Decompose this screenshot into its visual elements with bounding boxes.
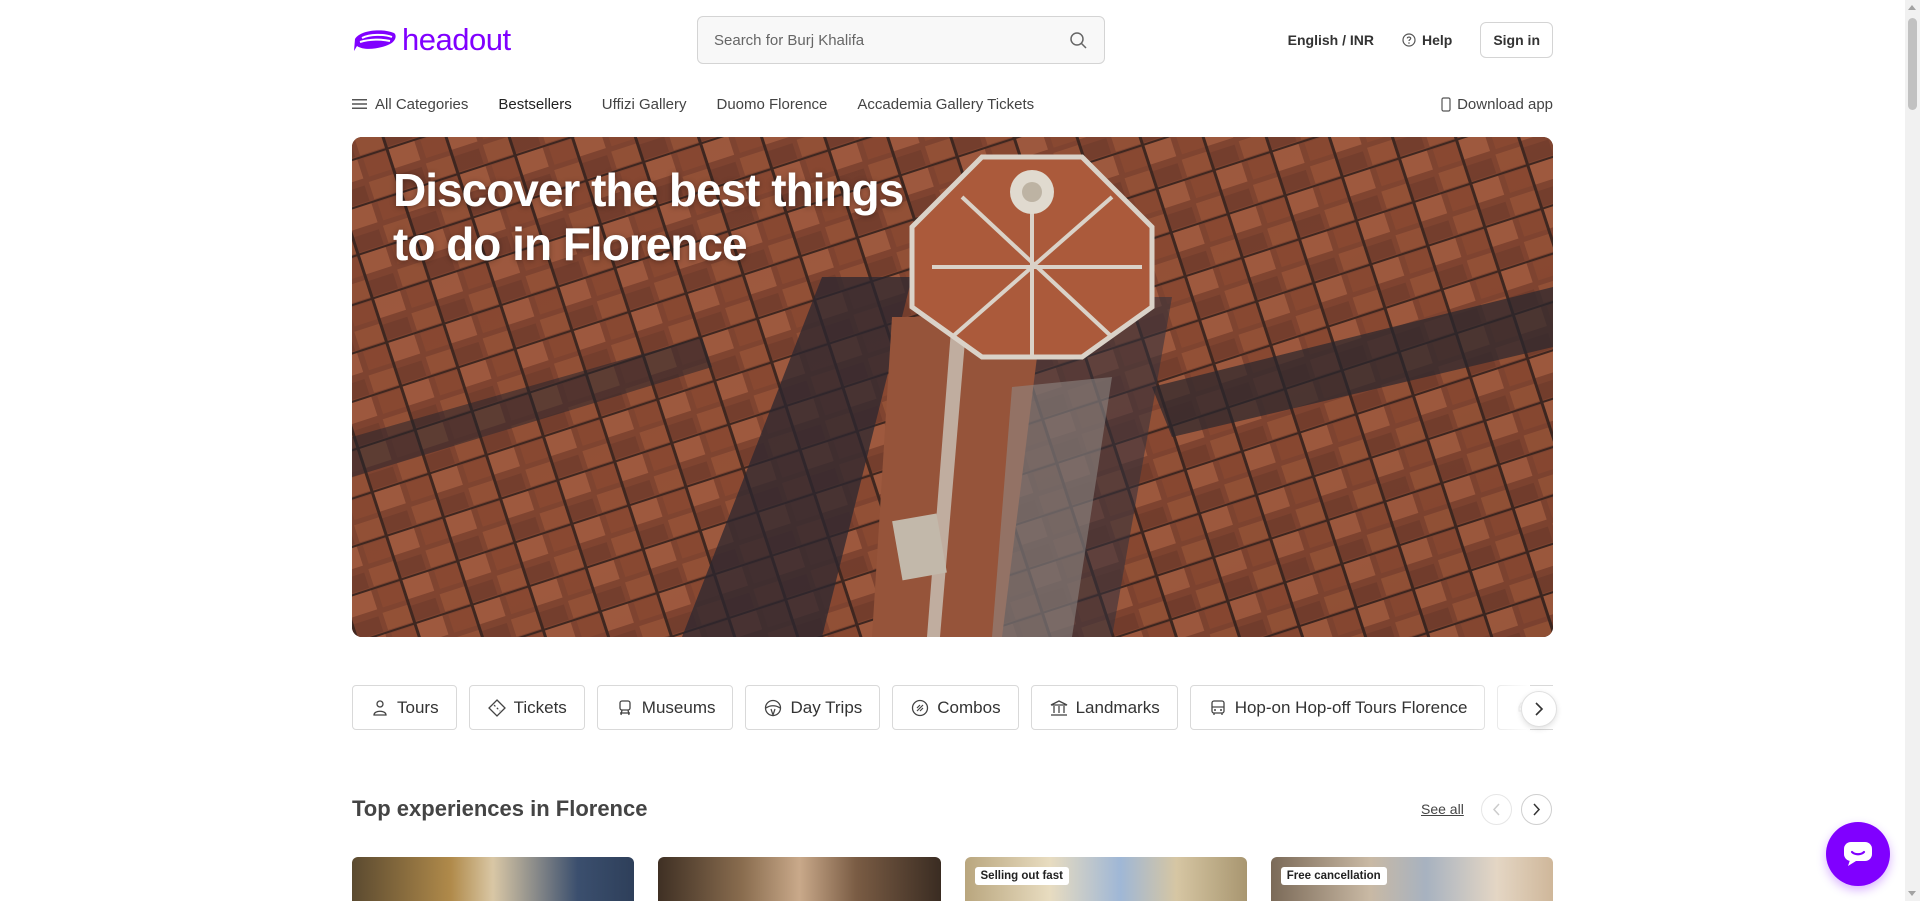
category-label: Hop-on Hop-off Tours Florence	[1234, 697, 1468, 717]
experience-card[interactable]	[658, 857, 941, 901]
ticket-icon	[487, 698, 506, 717]
chat-icon	[1844, 842, 1872, 866]
category-label: Landmarks	[1075, 697, 1160, 717]
experiences-prev-button[interactable]	[1481, 794, 1512, 825]
see-all-link[interactable]: See all	[1421, 801, 1464, 817]
chevron-right-icon	[1535, 702, 1544, 716]
hero-banner: Discover the best things to do in Floren…	[352, 137, 1553, 637]
globe-icon	[765, 699, 782, 717]
experiences-next-button[interactable]	[1521, 794, 1552, 825]
site-header: headout English / INR Help Sign in	[352, 16, 1553, 64]
header-actions: English / INR Help Sign in	[1288, 22, 1553, 58]
brand-name: headout	[402, 22, 511, 57]
sign-in-button[interactable]: Sign in	[1480, 22, 1553, 58]
card-badge: Selling out fast	[974, 867, 1069, 885]
category-nav: All Categories Bestsellers Uffizi Galler…	[352, 92, 1553, 116]
category-label: Tickets	[513, 697, 567, 717]
category-pill-landmarks[interactable]: Landmarks	[1030, 685, 1178, 730]
search-input[interactable]	[714, 31, 1068, 49]
museum-icon	[619, 699, 631, 715]
section-title: Top experiences in Florence	[352, 796, 648, 821]
chat-support-button[interactable]	[1826, 822, 1890, 886]
help-icon	[1402, 33, 1416, 47]
phone-icon	[1441, 96, 1451, 112]
scrollbar-thumb[interactable]	[1908, 18, 1917, 110]
help-link[interactable]: Help	[1402, 32, 1452, 48]
search-icon[interactable]	[1068, 30, 1088, 50]
category-pill-museums[interactable]: Museums	[596, 685, 734, 730]
card-badge: Free cancellation	[1280, 867, 1387, 885]
help-label: Help	[1421, 32, 1453, 48]
search-bar[interactable]	[697, 16, 1105, 64]
category-label: Museums	[641, 697, 716, 717]
language-currency-selector[interactable]: English / INR	[1288, 32, 1374, 48]
download-app-label: Download app	[1457, 95, 1553, 113]
nav-accademia-gallery-tickets[interactable]: Accademia Gallery Tickets	[857, 96, 1034, 113]
hamburger-menu-icon	[352, 99, 367, 109]
headout-logo[interactable]: headout	[352, 22, 511, 58]
combo-icon	[912, 699, 929, 716]
hero-title: Discover the best things to do in Floren…	[393, 164, 904, 270]
category-pill-combos[interactable]: Combos	[892, 685, 1019, 730]
category-label: Combos	[937, 697, 1001, 717]
headout-logo-icon	[354, 30, 396, 51]
experience-card[interactable]: Selling out fast	[964, 857, 1247, 901]
nav-uffizi-gallery[interactable]: Uffizi Gallery	[602, 96, 687, 113]
experience-card[interactable]: Free cancellation	[1270, 857, 1553, 901]
category-pills: Tours Tickets Museums Day Trips Combos L…	[352, 685, 1553, 731]
category-pill-tickets[interactable]: Tickets	[468, 685, 585, 730]
nav-bestsellers[interactable]: Bestsellers	[498, 96, 571, 113]
scroll-up-arrow[interactable]	[1908, 5, 1916, 10]
landmark-icon	[1050, 699, 1067, 716]
page-scrollbar[interactable]	[1905, 0, 1920, 901]
all-categories-label: All Categories	[375, 95, 469, 113]
experience-card[interactable]	[352, 857, 635, 901]
download-app-link[interactable]: Download app	[1441, 96, 1553, 113]
category-label: Tours	[397, 697, 439, 717]
categories-next-button[interactable]	[1521, 691, 1557, 727]
tour-guide-icon	[373, 699, 387, 716]
experience-cards: Selling out fast Free cancellation	[352, 857, 1553, 901]
category-pill-hop-on-hop-off[interactable]: Hop-on Hop-off Tours Florence	[1189, 685, 1486, 730]
bus-icon	[1211, 699, 1225, 715]
chevron-left-icon	[1492, 803, 1500, 816]
chevron-right-icon	[1533, 803, 1541, 816]
category-pill-day-trips[interactable]: Day Trips	[745, 685, 881, 730]
scroll-down-arrow[interactable]	[1908, 891, 1916, 896]
nav-duomo-florence[interactable]: Duomo Florence	[717, 96, 828, 113]
all-categories-menu[interactable]: All Categories	[352, 96, 468, 113]
category-label: Day Trips	[790, 697, 863, 717]
category-pill-tours[interactable]: Tours	[352, 685, 457, 730]
